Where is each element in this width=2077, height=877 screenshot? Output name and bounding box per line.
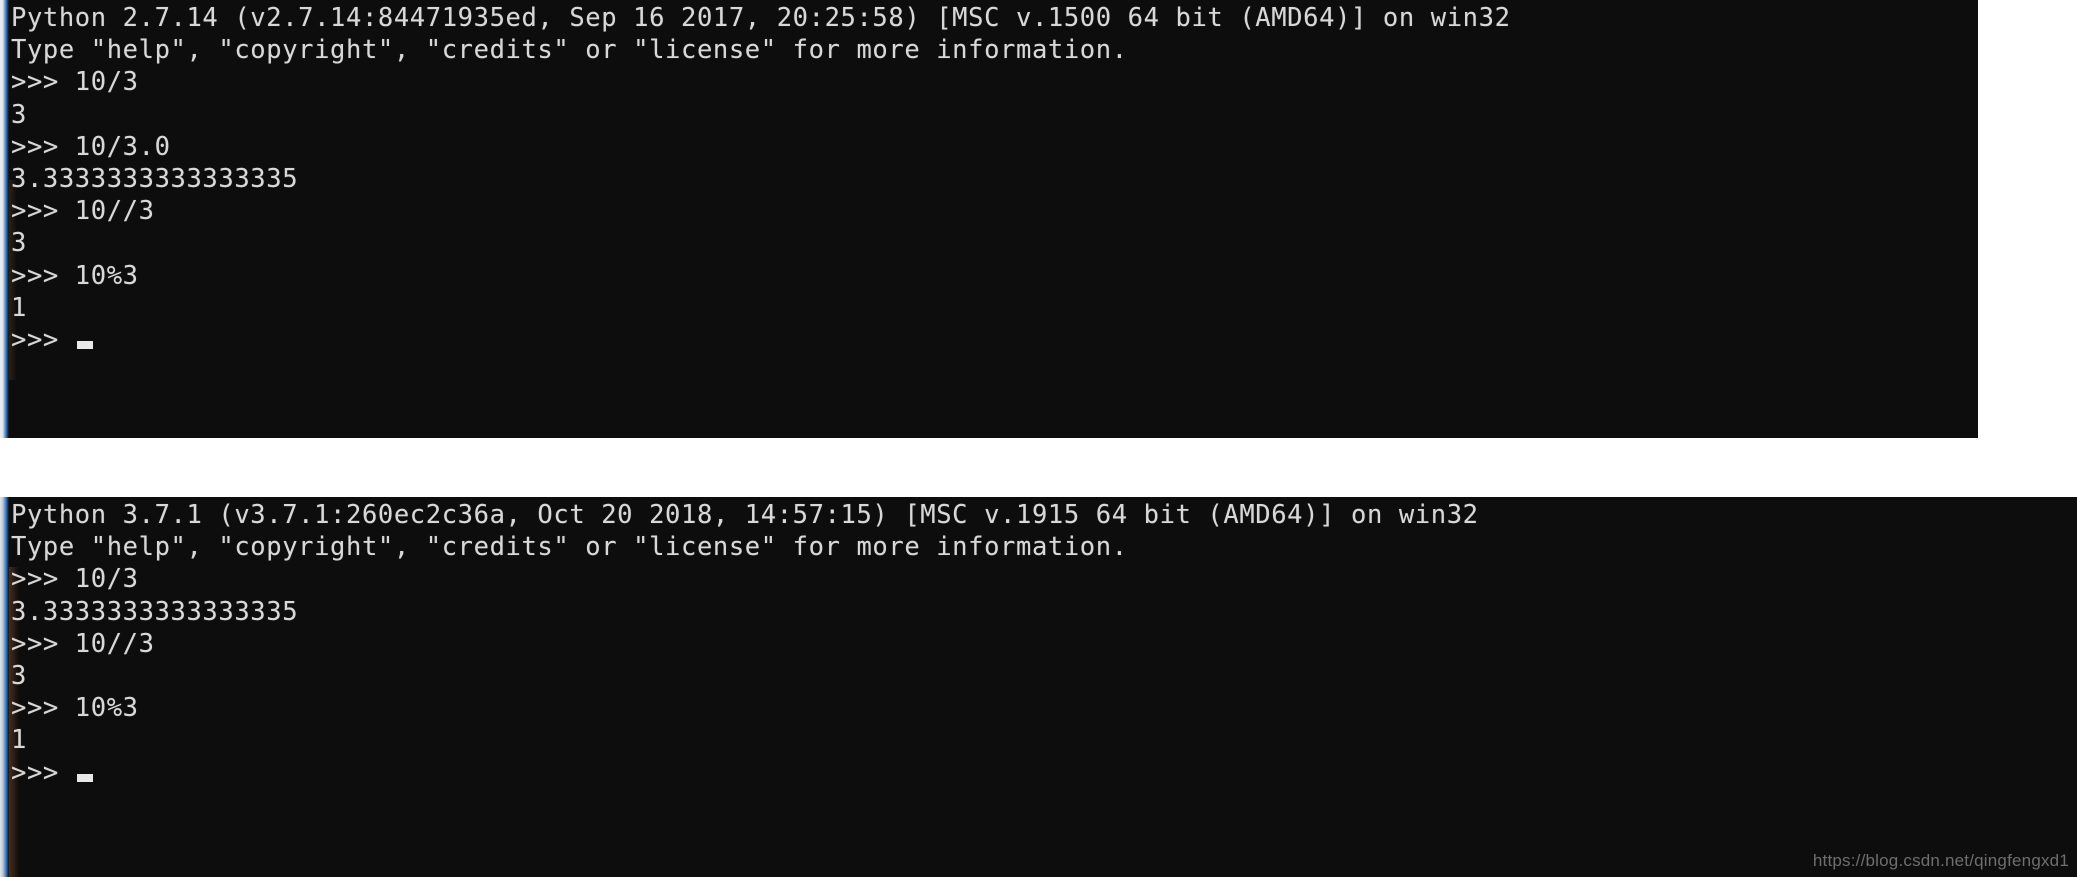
scrollbar-left-python3[interactable] [0, 497, 9, 877]
banner-help-line: Type "help", "copyright", "credits" or "… [11, 35, 1128, 66]
output-line-3: 3 [11, 228, 27, 259]
page-background-right [1978, 0, 2077, 438]
page-background-gap [0, 438, 2077, 497]
prompt-line-2: >>> 10/3.0 [11, 131, 171, 162]
banner-version-line: Python 2.7.14 (v2.7.14:84471935ed, Sep 1… [11, 3, 1511, 33]
terminal-screen-python3: Python 3.7.1 (v3.7.1:260ec2c36a, Oct 20 … [11, 499, 2077, 877]
output-line-1: 3.3333333333333335 [11, 596, 299, 627]
blog-watermark: https://blog.csdn.net/qingfengxd1 [1812, 851, 2069, 870]
active-prompt-text: >>> [11, 325, 75, 356]
output-line-1: 3 [11, 99, 27, 130]
terminal-window-python3[interactable]: Python 3.7.1 (v3.7.1:260ec2c36a, Oct 20 … [0, 497, 2077, 877]
scrollbar-left-python2[interactable] [0, 0, 9, 438]
prompt-line-3: >>> 10%3 [11, 693, 139, 724]
active-prompt-line-python3[interactable]: >>> [11, 757, 2077, 789]
prompt-line-3: >>> 10//3 [11, 196, 155, 227]
terminal-window-python2[interactable]: Python 2.7.14 (v2.7.14:84471935ed, Sep 1… [0, 0, 1978, 438]
text-cursor [76, 773, 93, 782]
output-line-3: 1 [11, 725, 27, 756]
prompt-line-2: >>> 10//3 [11, 628, 155, 659]
prompt-line-1: >>> 10/3 [11, 67, 139, 98]
output-line-4: 1 [11, 292, 27, 323]
terminal-screen-python2: Python 2.7.14 (v2.7.14:84471935ed, Sep 1… [11, 2, 1978, 438]
banner-version-line: Python 3.7.1 (v3.7.1:260ec2c36a, Oct 20 … [11, 500, 1479, 530]
output-line-2: 3.3333333333333335 [11, 164, 299, 195]
active-prompt-text: >>> [11, 757, 75, 788]
text-cursor [76, 341, 93, 350]
prompt-line-1: >>> 10/3 [11, 564, 139, 595]
banner-help-line: Type "help", "copyright", "credits" or "… [11, 532, 1128, 563]
prompt-line-4: >>> 10%3 [11, 260, 139, 291]
active-prompt-line-python2[interactable]: >>> [11, 324, 1978, 356]
output-line-2: 3 [11, 661, 27, 692]
